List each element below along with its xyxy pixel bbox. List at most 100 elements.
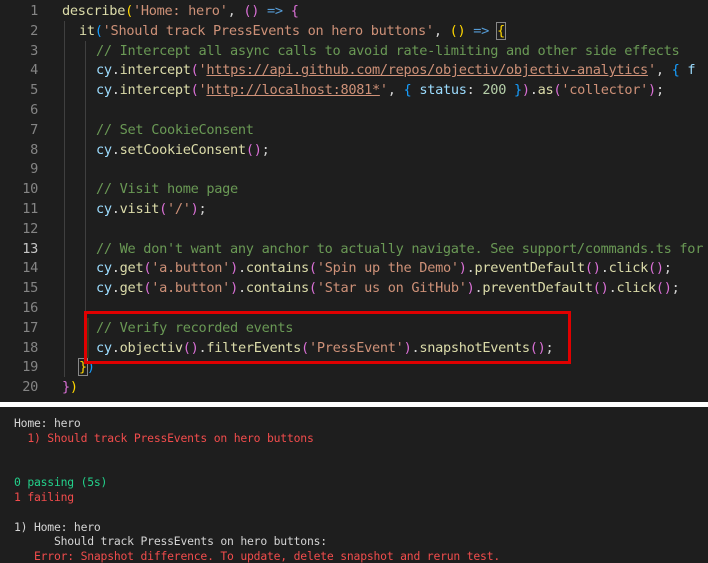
code-line[interactable]: 3 // Intercept all async calls to avoid r… (0, 40, 708, 61)
code-token: ( (159, 201, 167, 217)
code-line[interactable]: 12 (0, 218, 708, 239)
code-token: setCookieConsent (119, 141, 246, 158)
highlight-annotation-box (84, 311, 571, 364)
code-token: , (227, 3, 244, 19)
line-number: 12 (22, 220, 38, 237)
code-token: status (419, 82, 467, 99)
code-content: cy.visit('/'); (96, 199, 207, 219)
code-token: . (111, 141, 120, 158)
code-token: ) (466, 280, 475, 297)
code-token: // We don't want any anchor to actually … (96, 240, 704, 257)
code-line[interactable]: 8 cy.setCookieConsent(); (0, 139, 708, 160)
line-number: 16 (22, 300, 38, 316)
code-line[interactable]: 7 // Set CookieConsent (0, 119, 708, 140)
code-token: '/' (166, 201, 191, 217)
code-token: cy (96, 141, 112, 158)
code-content: cy.get('a.button').contains('Star us on … (96, 278, 680, 298)
code-line[interactable]: 10 // Visit home page (0, 179, 708, 200)
indent-guide (64, 199, 65, 219)
indent-guide (64, 238, 65, 259)
code-token: ) (230, 260, 238, 277)
code-token: 200 (482, 82, 507, 99)
code-token: ' (379, 82, 388, 99)
line-number: 11 (22, 201, 38, 217)
code-line[interactable]: 5 cy.intercept('http://localhost:8081*', … (0, 80, 708, 101)
code-token: 'Spin up the Demo' (316, 260, 459, 277)
code-token: () (243, 3, 260, 19)
code-token: intercept (119, 62, 191, 79)
code-token: it (79, 22, 95, 39)
code-token: // Visit home page (96, 181, 238, 198)
code-token: => (473, 22, 490, 39)
code-line[interactable]: 6 (0, 100, 708, 120)
code-content: describe('Home: hero', () => { (62, 1, 299, 21)
code-token: () (655, 280, 672, 297)
indent-guide (64, 278, 65, 299)
line-number: 1 (30, 3, 38, 19)
code-token: () (584, 260, 601, 277)
code-token: click (608, 260, 649, 277)
code-token: { (290, 3, 299, 19)
code-token: // Intercept all async calls to avoid ra… (96, 42, 680, 59)
code-token: ( (190, 62, 199, 79)
code-token: . (111, 201, 120, 217)
code-content: cy.setCookieConsent(); (96, 140, 270, 160)
indent-guide (85, 119, 86, 140)
indent-guide (85, 100, 86, 120)
code-line[interactable]: 9 (0, 159, 708, 180)
indent-guide (64, 119, 65, 140)
code-line[interactable]: 1 describe('Home: hero', () => { (0, 1, 708, 21)
code-content: cy.intercept('http://localhost:8081*', {… (96, 80, 664, 100)
code-content: it('Should track PressEvents on hero but… (79, 21, 506, 41)
code-line[interactable]: 2 it('Should track PressEvents on hero bu… (0, 20, 708, 41)
code-line[interactable]: 14 cy.get('a.button').contains('Spin up t… (0, 258, 708, 279)
code-token: as (537, 82, 554, 99)
code-token: // Set CookieConsent (96, 121, 254, 138)
line-number: 3 (30, 42, 38, 59)
code-line[interactable]: 13 // We don't want any anchor to actuall… (0, 238, 708, 259)
indent-guide (64, 357, 65, 378)
code-token: ; (261, 141, 270, 158)
code-line[interactable]: 11 cy.visit('/'); (0, 199, 708, 219)
code-token: cy (96, 82, 112, 99)
code-line[interactable]: 4 cy.intercept('https://api.github.com/re… (0, 60, 708, 81)
line-number: 17 (22, 319, 38, 336)
code-token: { (495, 21, 506, 40)
code-content: // Set CookieConsent (96, 120, 254, 140)
code-line[interactable]: 15 cy.get('a.button').contains('Star us o… (0, 278, 708, 299)
indent-guide (85, 40, 86, 61)
code-token: click (616, 280, 656, 297)
line-number: 9 (30, 161, 38, 178)
indent-guide (85, 258, 86, 279)
indent-guide (64, 60, 65, 81)
code-line[interactable]: 20}) (0, 377, 708, 397)
indent-guide (85, 139, 86, 160)
code-token: , (655, 62, 672, 79)
line-number: 14 (22, 260, 38, 277)
code-token: 'Star us on GitHub' (316, 280, 467, 297)
code-token: 'a.button' (151, 260, 231, 277)
indent-guide (64, 218, 65, 239)
indent-guide (64, 298, 65, 318)
terminal-line: Error: Snapshot difference. To update, d… (14, 549, 501, 563)
terminal-line: Home: hero (14, 416, 81, 430)
indent-guide (64, 139, 65, 160)
terminal-line: 1 failing (14, 490, 74, 504)
code-token: () (449, 22, 466, 39)
code-token: ) (190, 201, 199, 217)
code-token: ( (125, 3, 133, 19)
line-number: 20 (22, 379, 38, 396)
code-token: cy (96, 201, 112, 217)
code-token: } (62, 379, 70, 396)
code-content: }) (62, 377, 78, 397)
indent-guide (64, 337, 65, 358)
code-token: get (119, 260, 144, 277)
line-number: 15 (22, 280, 38, 297)
line-number: 10 (22, 181, 38, 198)
code-content: cy.get('a.button').contains('Spin up the… (96, 258, 672, 278)
code-token: 'Home: hero' (132, 3, 228, 19)
terminal-output-panel[interactable]: Home: hero 1) Should track PressEvents o… (0, 407, 708, 563)
code-token: 'a.button' (151, 280, 231, 297)
